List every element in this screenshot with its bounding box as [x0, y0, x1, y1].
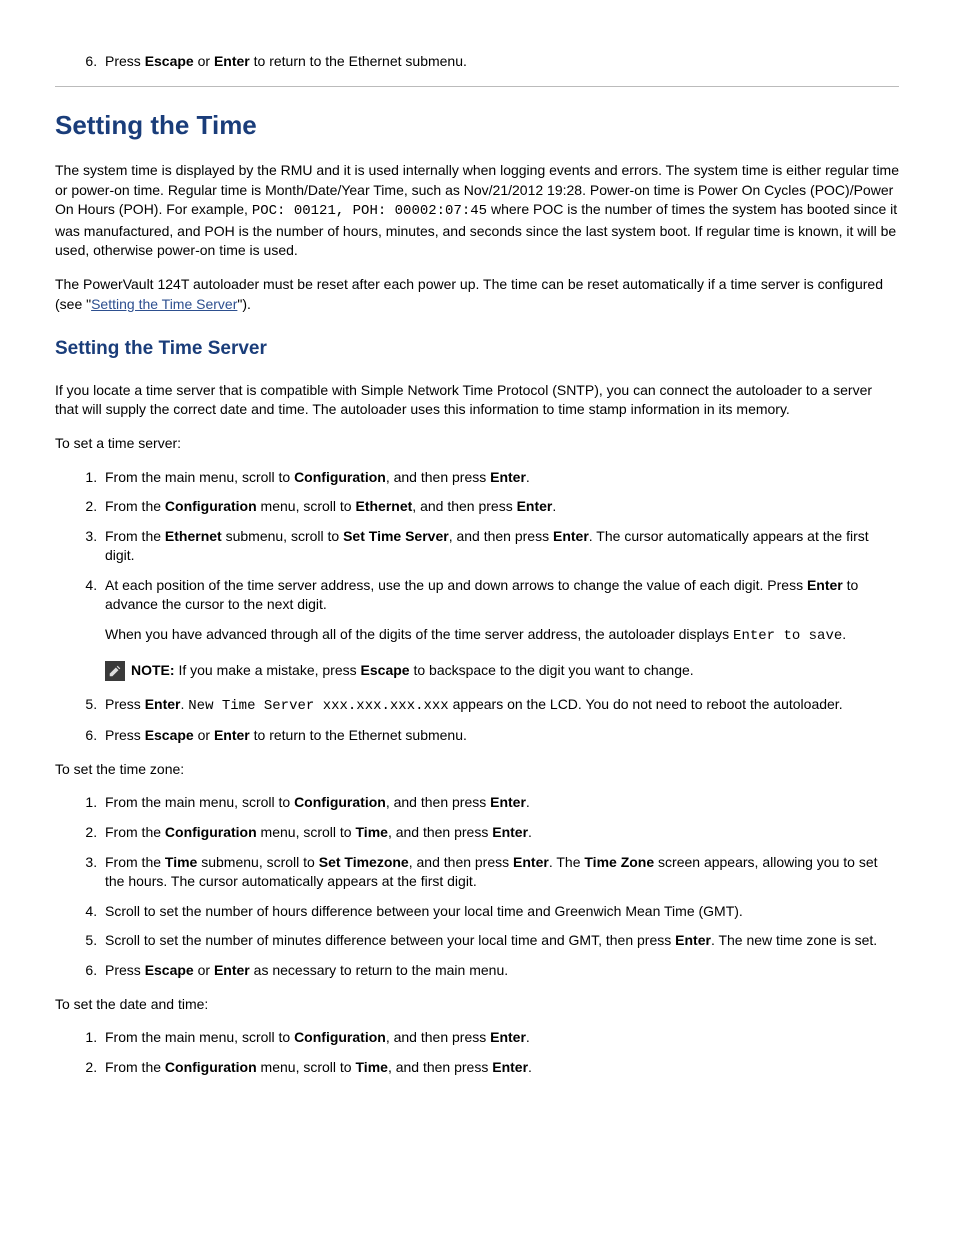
para-sntp: If you locate a time server that is comp… — [55, 381, 899, 420]
note-block: NOTE: If you make a mistake, press Escap… — [105, 661, 899, 681]
para-to-set-tz: To set the time zone: — [55, 760, 899, 780]
tz-step-3: From the Time submenu, scroll to Set Tim… — [101, 853, 899, 892]
para-to-set-datetime: To set the date and time: — [55, 995, 899, 1015]
dt-step-1: From the main menu, scroll to Configurat… — [101, 1028, 899, 1048]
datetime-steps: From the main menu, scroll to Configurat… — [55, 1028, 899, 1077]
pencil-note-icon — [105, 661, 125, 681]
para-system-time: The system time is displayed by the RMU … — [55, 161, 899, 261]
heading-setting-time-server: Setting the Time Server — [55, 336, 899, 363]
server-step-6: Press Escape or Enter to return to the E… — [101, 726, 899, 746]
tz-step-2: From the Configuration menu, scroll to T… — [101, 823, 899, 843]
para-to-set-server: To set a time server: — [55, 434, 899, 454]
prev-step-6: Press Escape or Enter to return to the E… — [101, 52, 899, 72]
prev-list-tail: Press Escape or Enter to return to the E… — [55, 52, 899, 72]
server-step-1: From the main menu, scroll to Configurat… — [101, 468, 899, 488]
server-step-5: Press Enter. New Time Server xxx.xxx.xxx… — [101, 695, 899, 717]
note-text: NOTE: If you make a mistake, press Escap… — [131, 661, 694, 681]
tz-step-5: Scroll to set the number of minutes diff… — [101, 931, 899, 951]
tz-step-6: Press Escape or Enter as necessary to re… — [101, 961, 899, 981]
heading-setting-the-time: Setting the Time — [55, 107, 899, 143]
link-setting-time-server[interactable]: Setting the Time Server — [91, 296, 237, 312]
server-step-3: From the Ethernet submenu, scroll to Set… — [101, 527, 899, 566]
server-step-2: From the Configuration menu, scroll to E… — [101, 497, 899, 517]
section-divider — [55, 86, 899, 87]
server-step-4-sub: When you have advanced through all of th… — [105, 625, 899, 647]
server-step-4: At each position of the time server addr… — [101, 576, 899, 681]
dt-step-2: From the Configuration menu, scroll to T… — [101, 1058, 899, 1078]
tz-step-1: From the main menu, scroll to Configurat… — [101, 793, 899, 813]
time-server-steps: From the main menu, scroll to Configurat… — [55, 468, 899, 746]
para-reset-info: The PowerVault 124T autoloader must be r… — [55, 275, 899, 314]
timezone-steps: From the main menu, scroll to Configurat… — [55, 793, 899, 980]
tz-step-4: Scroll to set the number of hours differ… — [101, 902, 899, 922]
